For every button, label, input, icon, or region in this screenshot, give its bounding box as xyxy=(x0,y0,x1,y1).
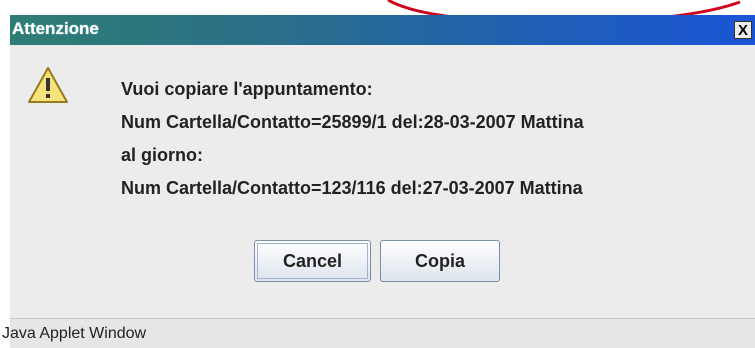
message-line: Num Cartella/Contatto=123/116 del:27-03-… xyxy=(121,178,583,198)
close-icon: X xyxy=(737,21,748,39)
warning-icon xyxy=(28,67,68,103)
message-line: al giorno: xyxy=(121,145,203,165)
title-bar: Attenzione X xyxy=(10,15,755,45)
message-text: Vuoi copiare l'appuntamento: Num Cartell… xyxy=(121,77,584,209)
close-button[interactable]: X xyxy=(734,21,752,39)
copy-button[interactable]: Copia xyxy=(380,240,500,282)
message-line: Vuoi copiare l'appuntamento: xyxy=(121,79,373,99)
message-line: Num Cartella/Contatto=25899/1 del:28-03-… xyxy=(121,112,584,132)
cancel-button[interactable]: Cancel xyxy=(254,240,371,282)
dialog-title: Attenzione xyxy=(12,19,99,38)
copy-button-label: Copia xyxy=(414,250,465,271)
attention-dialog: Attenzione X Vuoi copiare l'appuntamento… xyxy=(2,15,755,348)
status-text: Java Applet Window xyxy=(2,324,147,342)
cancel-button-label: Cancel xyxy=(282,250,343,271)
status-bar: Java Applet Window xyxy=(2,318,755,348)
